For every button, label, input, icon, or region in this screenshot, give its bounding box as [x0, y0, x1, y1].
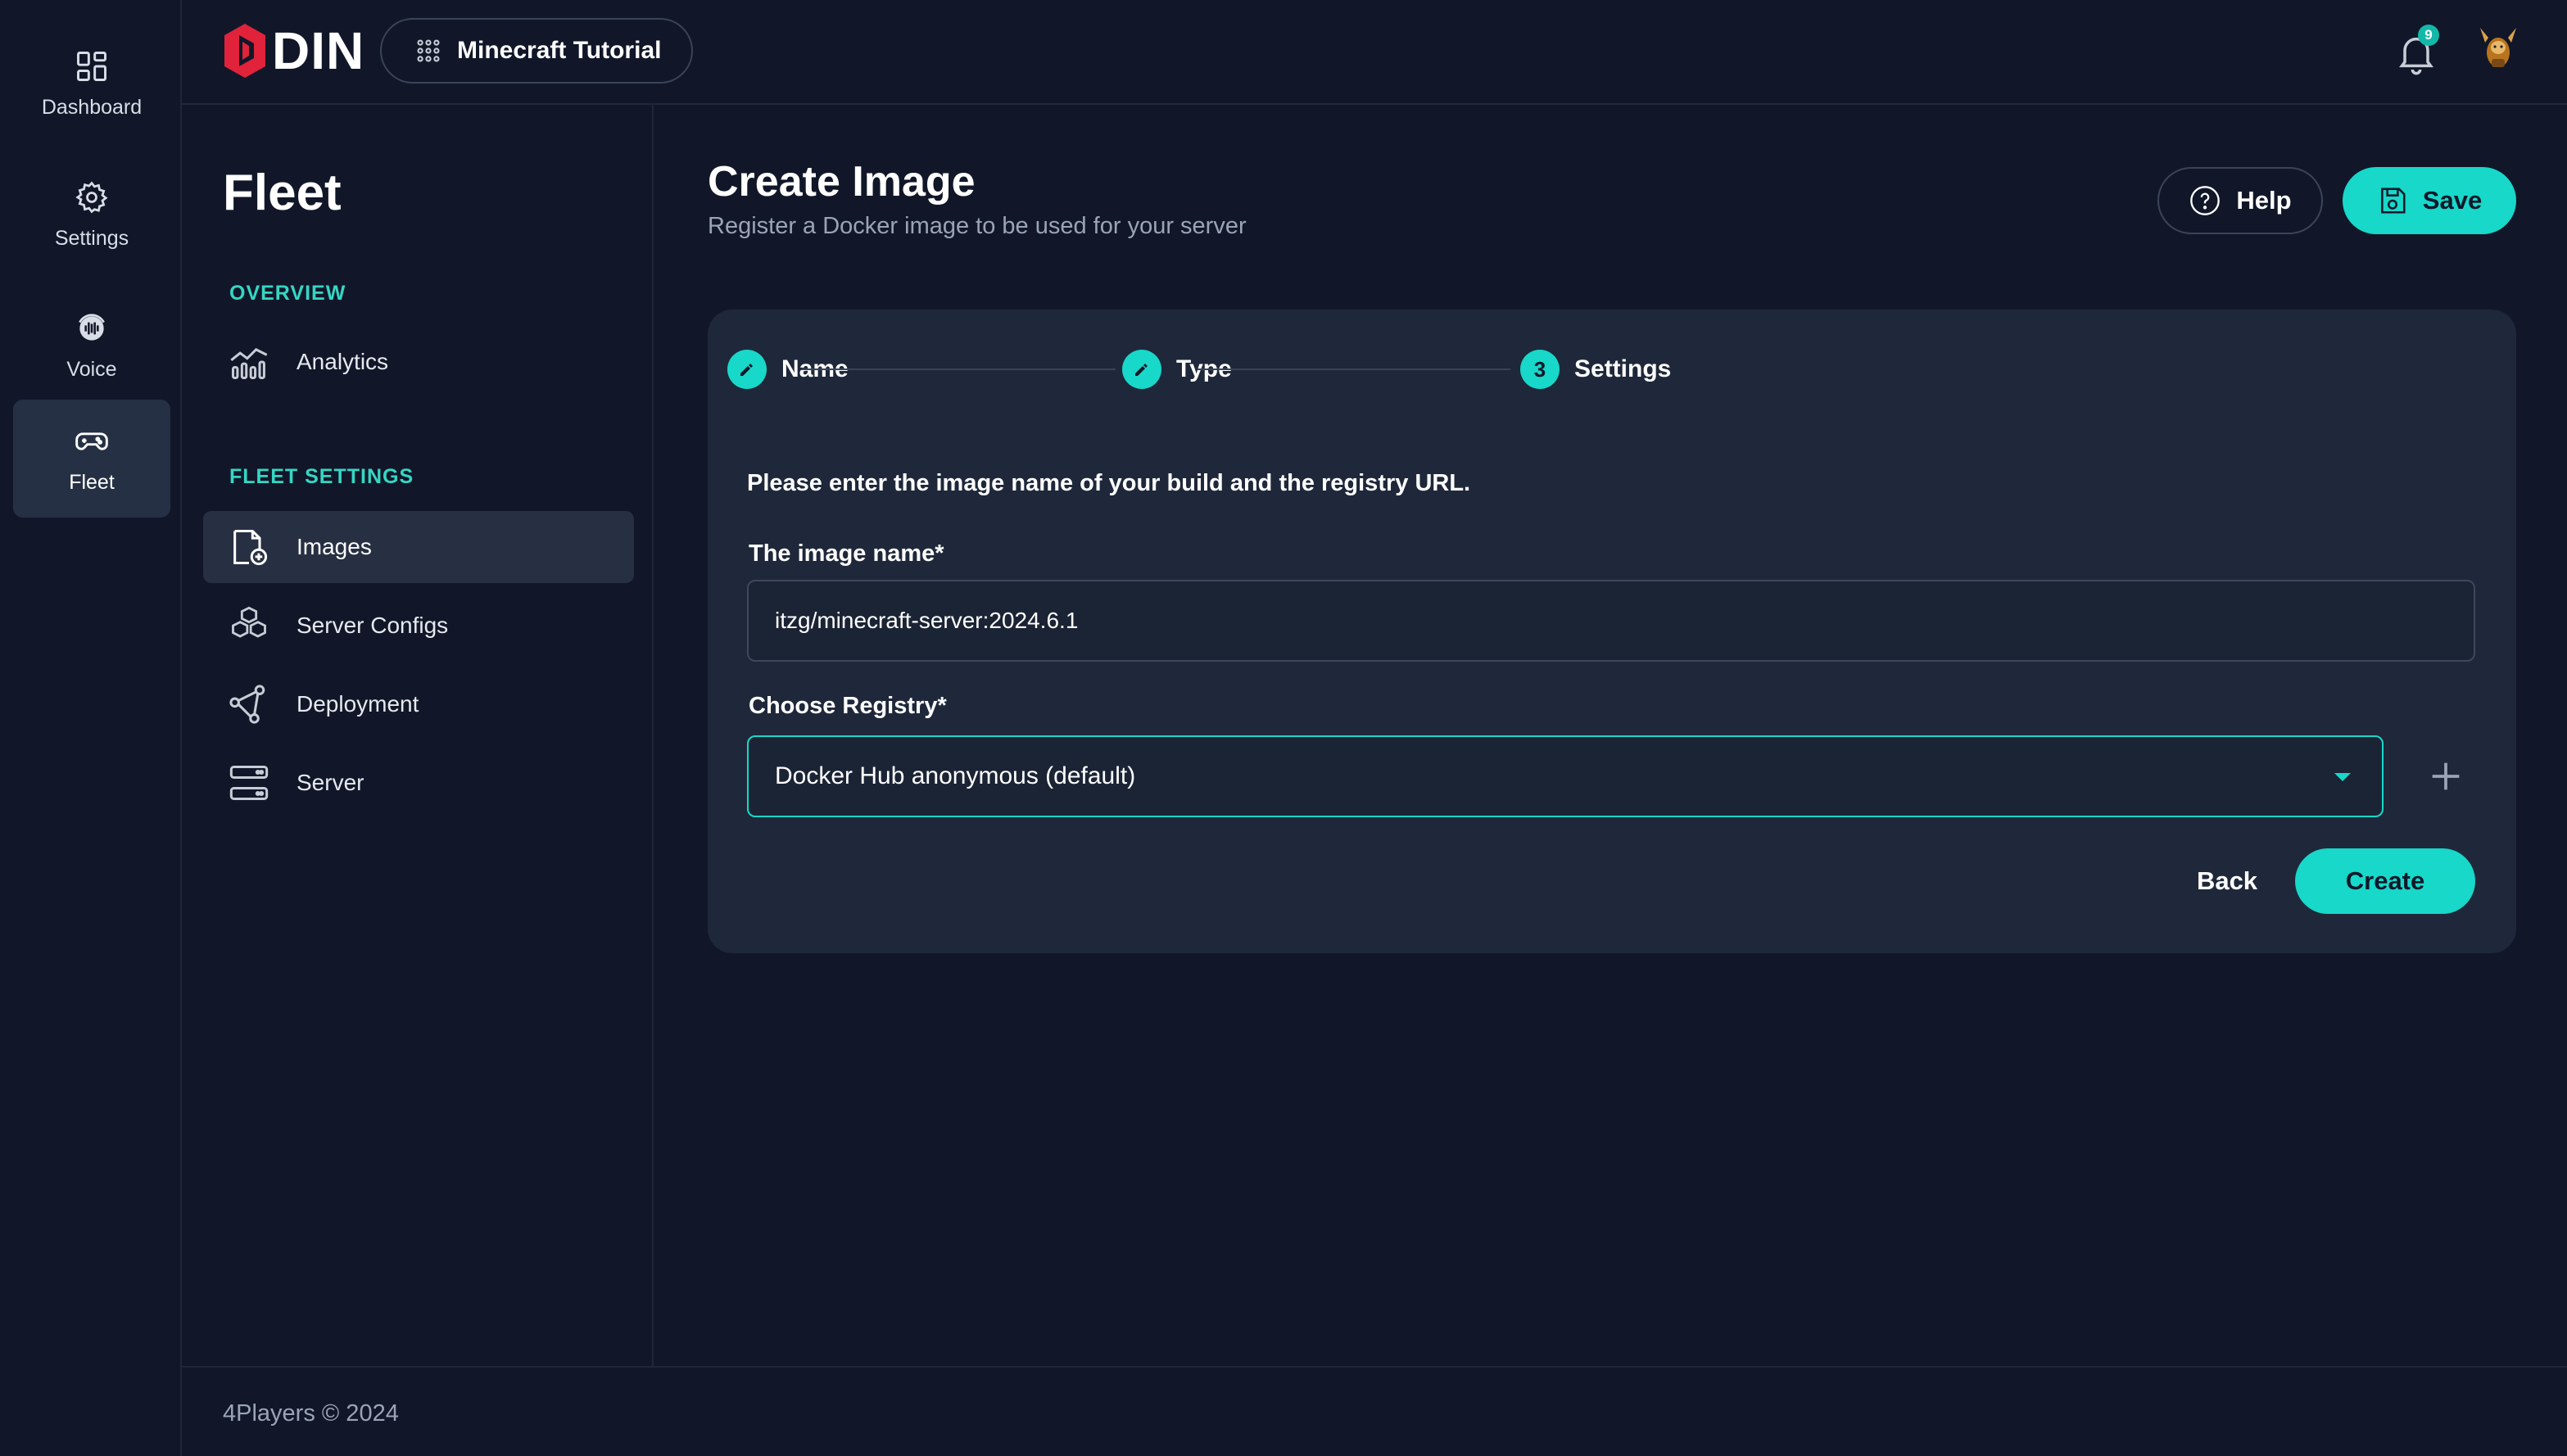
top-bar: DIN Minecraft Tutorial 9 — [182, 0, 2567, 105]
image-file-icon — [233, 529, 268, 566]
step-number: 3 — [1520, 350, 1560, 389]
gamepad-icon — [75, 432, 108, 450]
sidebar-item-label: Images — [297, 534, 372, 559]
gear-icon — [75, 180, 108, 213]
registry-label: Choose Registry* — [749, 693, 947, 719]
project-switcher-button[interactable]: Minecraft Tutorial — [380, 18, 693, 84]
step-connector — [801, 369, 1116, 370]
project-name: Minecraft Tutorial — [457, 37, 662, 64]
avatar[interactable] — [2474, 25, 2523, 74]
copyright-text: 4Players © 2024 — [223, 1400, 399, 1427]
logo-text: DIN — [272, 21, 365, 80]
server-icon — [229, 765, 269, 801]
step-connector — [1197, 369, 1510, 370]
sidebar-item-deployment[interactable]: Deployment — [203, 668, 634, 740]
voice-icon — [79, 313, 105, 341]
save-label: Save — [2422, 186, 2483, 215]
help-icon — [2190, 186, 2221, 215]
sidebar-item-server[interactable]: Server — [203, 747, 634, 819]
help-label: Help — [2236, 186, 2292, 215]
form-instruction: Please enter the image name of your buil… — [747, 470, 1471, 496]
help-button[interactable]: Help — [2157, 167, 2323, 234]
plus-icon[interactable] — [2423, 753, 2469, 799]
page-title: Create Image — [708, 158, 976, 206]
app-rail: Dashboard Settings Voice Fleet — [0, 0, 182, 1456]
rail-label-voice: Voice — [66, 357, 117, 381]
sidebar-item-label: Deployment — [297, 691, 419, 717]
section-label-fleet-settings: FLEET SETTINGS — [229, 465, 414, 488]
dashboard-icon — [77, 51, 106, 81]
grid-dots-icon — [417, 39, 440, 62]
sidebar-item-server-configs[interactable]: Server Configs — [203, 590, 634, 662]
rail-label-settings: Settings — [54, 226, 129, 250]
image-name-label: The image name* — [749, 540, 944, 567]
footer: 4Players © 2024 — [182, 1366, 2567, 1456]
step-label: Settings — [1574, 355, 1672, 382]
section-label-overview: OVERVIEW — [229, 282, 346, 305]
notification-badge: 9 — [2418, 25, 2439, 46]
back-button[interactable]: Back — [2174, 848, 2280, 914]
sidebar-item-images[interactable]: Images — [203, 511, 634, 583]
fleet-sidebar: Fleet OVERVIEW Analytics FLEET SETTINGS … — [182, 105, 654, 1366]
cubes-icon — [232, 606, 266, 638]
registry-selected-value: Docker Hub anonymous (default) — [775, 762, 1136, 789]
create-button[interactable]: Create — [2295, 848, 2475, 914]
sidebar-item-analytics[interactable]: Analytics — [203, 326, 634, 398]
step-done-pencil-icon — [727, 350, 767, 389]
save-button[interactable]: Save — [2343, 167, 2516, 234]
rail-item-settings[interactable]: Settings — [13, 156, 170, 274]
image-name-input[interactable] — [747, 580, 2475, 662]
floppy-disk-icon — [2380, 188, 2406, 214]
rail-label-fleet: Fleet — [69, 470, 115, 494]
step-settings[interactable]: 3 Settings — [1520, 349, 1671, 390]
step-done-pencil-icon — [1122, 350, 1161, 389]
rail-item-dashboard[interactable]: Dashboard — [13, 25, 170, 142]
sidebar-item-label: Server Configs — [297, 613, 449, 638]
sidebar-title: Fleet — [223, 165, 342, 221]
registry-select[interactable]: Docker Hub anonymous (default) — [747, 735, 2384, 817]
logo-mark-icon — [224, 24, 265, 78]
rail-label-dashboard: Dashboard — [41, 95, 143, 119]
rail-item-voice[interactable]: Voice — [13, 287, 170, 405]
odin-logo[interactable]: DIN — [221, 18, 364, 84]
create-image-card: Name Type 3 Settings Please enter the im… — [708, 310, 2516, 953]
caret-down-icon — [2334, 773, 2351, 781]
sidebar-item-label: Server — [297, 770, 364, 795]
network-icon — [229, 685, 265, 724]
sidebar-item-label: Analytics — [297, 349, 389, 374]
rail-item-fleet[interactable]: Fleet — [13, 400, 170, 518]
analytics-icon — [230, 347, 268, 380]
page-subtitle: Register a Docker image to be used for y… — [708, 213, 1247, 239]
